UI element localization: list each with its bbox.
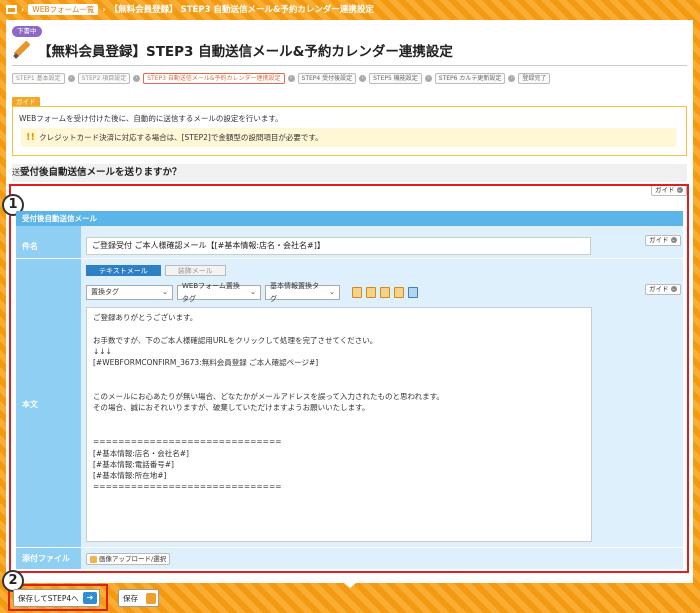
home-icon[interactable] [6, 4, 17, 14]
chevron-down-icon: ⌄ [250, 288, 256, 296]
step-arrow-icon: › [67, 75, 75, 82]
body-label: 本文 [22, 400, 38, 409]
tag-toolbar: 置換タグ ⌄ WEBフォーム置換タグ ⌄ 基本情報置換タグ ⌄ [86, 282, 418, 303]
document-tool-icon[interactable] [366, 287, 376, 298]
save-and-next-button[interactable]: 保存してSTEP4へ ➜ [13, 589, 100, 607]
breadcrumb-separator-icon: › [102, 4, 106, 14]
breadcrumb-current: 【無料会員登録】 STEP3 自動送信メール&予約カレンダー連携設定 [109, 5, 374, 15]
upload-image-button[interactable]: 画像アップロード/選択 [86, 553, 171, 565]
guide-button-subject[interactable]: ガイド ⌄ [645, 235, 681, 246]
row-divider [16, 258, 683, 259]
chevron-down-icon: ⌄ [670, 237, 677, 243]
webform-tag-select-value: WEBフォーム置換タグ [182, 281, 240, 303]
breadcrumb: › WEBフォーム一覧 › 【無料会員登録】 STEP3 自動送信メール&予約カ… [0, 0, 700, 18]
label-column [16, 226, 81, 569]
attachment-label: 添付ファイル [22, 554, 70, 563]
step-4[interactable]: STEP4 受付後設定 [297, 73, 357, 84]
step-arrow-icon: › [133, 75, 141, 82]
warning-icon: !! [26, 132, 36, 143]
tab-html-mail[interactable]: 装飾メール [164, 265, 226, 276]
breadcrumb-webform-list-link[interactable]: WEBフォーム一覧 [28, 3, 99, 15]
basic-info-tag-select-value: 基本情報置換タグ [270, 281, 319, 303]
tab-text-mail[interactable]: テキストメール [86, 265, 161, 276]
chevron-down-icon: ⌄ [50, 168, 57, 177]
upload-image-button-label: 画像アップロード/選択 [99, 555, 167, 563]
edit-tool-icon[interactable] [352, 287, 362, 298]
send-select[interactable]: 送る ⌄ [12, 167, 57, 178]
step-5[interactable]: STEP5 機能設定 [369, 73, 422, 84]
status-badge: 下書中 [12, 26, 42, 37]
chevron-down-icon: ⌄ [670, 286, 677, 292]
arrow-right-icon: ➜ [83, 592, 97, 604]
save-button[interactable]: 保存 [118, 589, 159, 607]
section-title: 受付後自動送信メール [16, 211, 683, 226]
webform-tag-select[interactable]: WEBフォーム置換タグ ⌄ [177, 282, 261, 303]
chevron-down-icon: ⌄ [162, 288, 168, 296]
subject-label: 件名 [22, 242, 38, 251]
basic-info-tag-select[interactable]: 基本情報置換タグ ⌄ [265, 282, 340, 303]
divider [12, 65, 687, 66]
row-divider [16, 547, 683, 548]
chevron-down-icon: ⌄ [329, 288, 335, 296]
guide-button-body[interactable]: ガイド ⌄ [645, 284, 681, 295]
step-3[interactable]: STEP3 自動送信メール&予約カレンダー連携設定 [143, 73, 285, 84]
step-navigation: STEP1 基本設定 › STEP2 項目設定 › STEP3 自動送信メール&… [12, 73, 551, 84]
page-title: 【無料会員登録】STEP3 自動送信メール&予約カレンダー連携設定 [38, 44, 453, 60]
paste-tool-icon[interactable] [394, 287, 404, 298]
step-arrow-icon: › [508, 75, 516, 82]
save-label: 保存 [123, 593, 138, 603]
step-6[interactable]: STEP6 カルテ更新設定 [434, 73, 506, 84]
step-arrow-icon: › [359, 75, 367, 82]
body-textarea[interactable]: ご登録ありがとうございます。 お手数ですが、下のご本人様確認用URLをクリックし… [86, 307, 592, 542]
replace-tag-select[interactable]: 置換タグ ⌄ [86, 285, 173, 300]
guide-note: !! クレジットカード決済に対応する場合は、[STEP2]で金額型の設問項目が必… [21, 128, 676, 147]
guide-box: WEBフォームを受け付けた後に、自動的に送信するメールの設定を行います。 !! … [12, 106, 687, 156]
pencil-icon [12, 40, 32, 60]
save-and-next-label: 保存してSTEP4へ [18, 593, 79, 603]
footer-notch [344, 583, 356, 588]
breadcrumb-separator-icon: › [21, 4, 25, 14]
guide-text: WEBフォームを受け付けた後に、自動的に送信するメールの設定を行います。 [19, 114, 283, 123]
step-arrow-icon: › [287, 75, 295, 82]
subject-input[interactable]: ご登録受付 ご本人様確認メール【[#基本情報:店名・会社名#]】 [86, 237, 591, 255]
step-arrow-icon: › [424, 75, 432, 82]
send-select-value: 送る [12, 168, 28, 177]
copy-tool-icon[interactable] [380, 287, 390, 298]
mail-type-tabs: テキストメール 装飾メール [86, 265, 226, 276]
replace-tag-select-value: 置換タグ [91, 288, 119, 296]
question-heading: 受付後自動送信メールを送りますか？ [12, 164, 687, 182]
preview-tool-icon[interactable] [408, 287, 418, 298]
lock-icon [146, 592, 156, 604]
image-icon [90, 555, 97, 563]
guide-button-label: ガイド [649, 236, 669, 244]
step-1[interactable]: STEP1 基本設定 [12, 73, 65, 84]
step-2[interactable]: STEP2 項目設定 [77, 73, 131, 84]
guide-button-label: ガイド [649, 285, 669, 293]
step-complete[interactable]: 登録完了 [518, 73, 551, 84]
guide-note-text: クレジットカード決済に対応する場合は、[STEP2]で金額型の設問項目が必要です… [39, 133, 323, 142]
